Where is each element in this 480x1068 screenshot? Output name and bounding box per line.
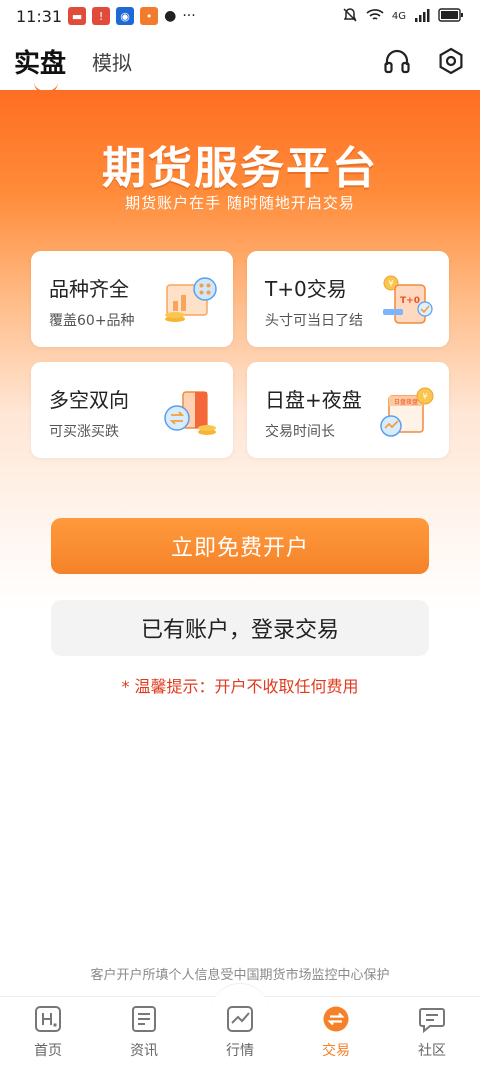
- app-notification-icon: ▬: [68, 7, 87, 25]
- community-chat-icon: [417, 1004, 447, 1034]
- svg-text:¥: ¥: [388, 279, 393, 288]
- more-notifications-icon: ···: [182, 8, 196, 24]
- feature-card-varieties[interactable]: 品种齐全 覆盖60+品种: [31, 251, 233, 347]
- feature-card-long-short[interactable]: 多空双向 可买涨买跌: [31, 362, 233, 458]
- open-account-button[interactable]: 立即免费开户: [51, 518, 429, 574]
- day-night-badge: 日盘夜盘: [394, 398, 418, 406]
- nav-item-community[interactable]: 社区: [384, 997, 480, 1068]
- status-time: 11:31: [16, 6, 63, 26]
- feature-card-day-night[interactable]: 日盘+夜盘 交易时间长 日盘夜盘 ¥: [247, 362, 449, 458]
- feature-card-t0[interactable]: T+0交易 头寸可当日了结 ¥ T+0: [247, 251, 449, 347]
- fee-notice: * 温馨提示：开户不收取任何费用: [121, 677, 359, 696]
- two-way-exchange-icon: [163, 386, 219, 438]
- message-notification-icon: •: [140, 7, 159, 25]
- mute-icon: [342, 7, 358, 26]
- status-bar: 11:31 ▬ ! ◉ • ● ··· 4G: [0, 0, 480, 32]
- signal-icon: [414, 8, 430, 25]
- tab-label: 实盘: [14, 48, 67, 79]
- home-icon: [33, 1004, 63, 1034]
- news-icon: [129, 1004, 159, 1034]
- nav-label: 交易: [322, 1043, 350, 1059]
- battery-icon: [438, 7, 464, 25]
- nav-label: 行情: [226, 1043, 254, 1059]
- t0-phone-icon: ¥ T+0: [379, 275, 435, 327]
- tab-real-trading[interactable]: 实盘: [14, 43, 67, 94]
- nav-item-home[interactable]: 首页: [0, 997, 96, 1068]
- nav-label: 社区: [418, 1043, 446, 1059]
- headset-icon[interactable]: [382, 46, 412, 76]
- nav-label: 资讯: [130, 1043, 158, 1059]
- nav-item-news[interactable]: 资讯: [96, 997, 192, 1068]
- privacy-note: 客户开户所填个人信息受中国期货市场监控中心保护: [90, 968, 390, 983]
- login-trade-button[interactable]: 已有账户，登录交易: [51, 600, 429, 656]
- nav-item-trade[interactable]: 交易: [288, 997, 384, 1068]
- settings-icon[interactable]: [436, 46, 466, 76]
- alert-notification-icon: !: [92, 7, 111, 25]
- varieties-chart-icon: [163, 275, 219, 327]
- shield-notification-icon: ◉: [116, 7, 135, 25]
- nav-label: 首页: [34, 1043, 62, 1059]
- chat-notification-icon: ●: [164, 8, 177, 24]
- svg-text:¥: ¥: [422, 392, 427, 401]
- hero-subtitle: 期货账户在手 随时随地开启交易: [125, 194, 355, 212]
- nav-item-market[interactable]: 行情: [192, 983, 288, 1068]
- market-chart-icon: [225, 1004, 255, 1034]
- network-type: 4G: [391, 10, 406, 22]
- trade-exchange-icon: [321, 1004, 351, 1034]
- bottom-navigation: 首页 资讯 行情 交易 社区: [0, 983, 480, 1068]
- wifi-icon: [366, 8, 384, 25]
- hero-title: 期货服务平台: [102, 143, 378, 194]
- top-bar: 实盘 模拟: [0, 32, 480, 94]
- t0-badge: T+0: [400, 296, 420, 306]
- day-night-session-icon: 日盘夜盘 ¥: [379, 386, 435, 438]
- tab-simulated-trading[interactable]: 模拟: [92, 47, 132, 76]
